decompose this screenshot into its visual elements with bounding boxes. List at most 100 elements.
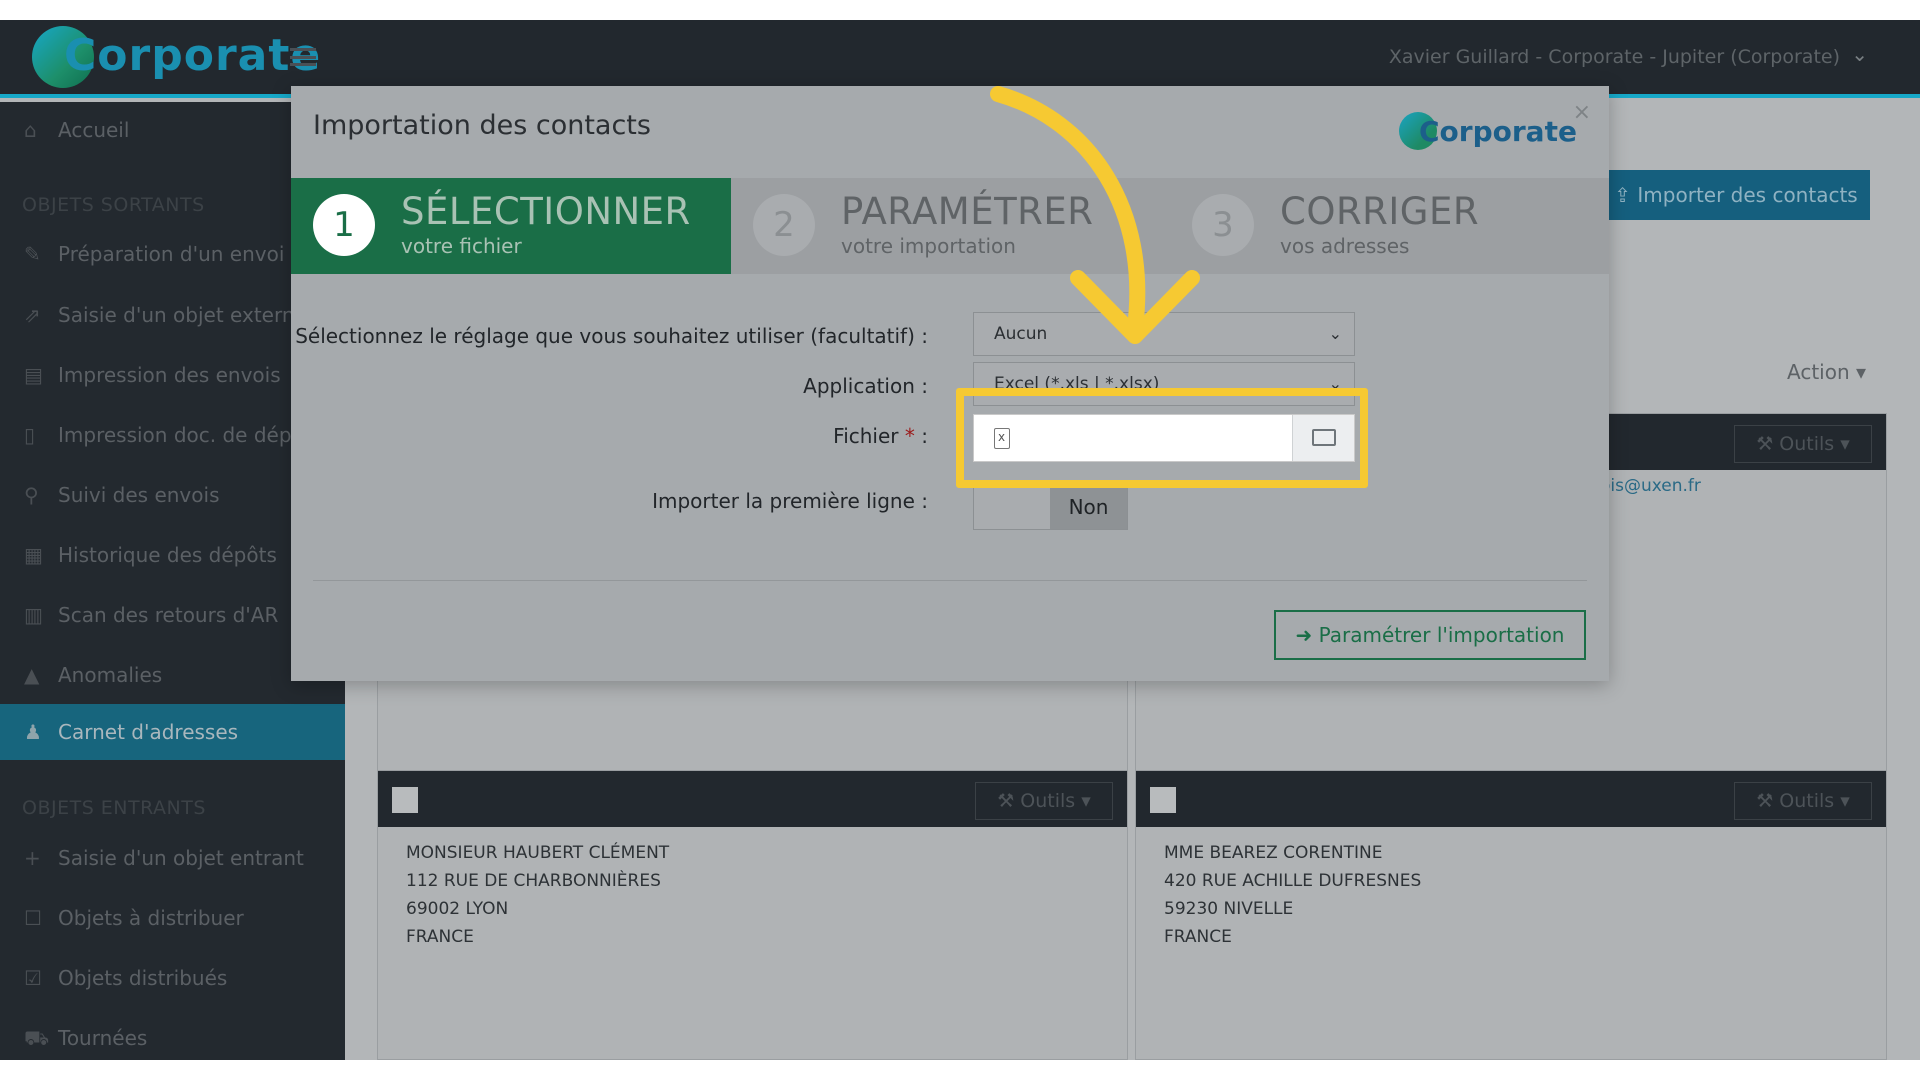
search-icon: ⚲ xyxy=(24,483,39,507)
card-header: ⚒ Outils ▾ xyxy=(1136,771,1886,827)
plus-icon: + xyxy=(24,846,41,870)
step-subtitle: vos adresses xyxy=(1280,234,1410,258)
pencil-icon: ✎ xyxy=(24,242,41,266)
user-menu[interactable]: Xavier Guillard - Corporate - Jupiter (C… xyxy=(1389,46,1840,68)
address-line: FRANCE xyxy=(1164,927,1232,947)
logo-text: Corporate xyxy=(64,30,322,81)
sidebar-item-distribues[interactable]: ☑ Objets distribués xyxy=(0,950,345,1006)
step-subtitle: votre fichier xyxy=(401,234,522,258)
tools-button[interactable]: ⚒ Outils ▾ xyxy=(975,782,1113,820)
sidebar-item-label: Impression des envois xyxy=(58,363,281,387)
modal-logo-text: Corporate xyxy=(1419,115,1577,148)
annotation-arrow-icon xyxy=(990,86,1200,344)
sidebar-section-incoming: OBJETS ENTRANTS xyxy=(22,797,206,819)
setting-label: Sélectionnez le réglage que vous souhait… xyxy=(295,324,928,348)
import-modal: Importation des contacts Corporate × 1 S… xyxy=(291,86,1609,681)
card-checkbox[interactable] xyxy=(1150,787,1176,813)
import-contacts-label: Importer des contacts xyxy=(1637,183,1858,207)
step-select: 1 SÉLECTIONNER votre fichier xyxy=(291,178,731,274)
first-line-label: Importer la première ligne : xyxy=(652,489,928,513)
app-logo[interactable]: Corporate xyxy=(32,26,320,88)
sidebar-item-label: Accueil xyxy=(58,118,130,142)
step-title: CORRIGER xyxy=(1280,190,1480,233)
sidebar-item-label: Anomalies xyxy=(58,663,163,687)
required-marker: * xyxy=(904,424,915,448)
chevron-down-icon: ⌄ xyxy=(1328,324,1342,343)
address-line: 69002 LYON xyxy=(406,899,509,919)
screenshot-stage: Corporate Xavier Guillard - Corporate - … xyxy=(0,0,1920,1080)
tools-label: Outils xyxy=(1779,790,1835,812)
sidebar-item-tournees[interactable]: ⛟ Tournées xyxy=(0,1010,345,1060)
first-line-toggle[interactable]: Non xyxy=(973,484,1128,530)
tools-label: Outils xyxy=(1020,790,1076,812)
wrench-icon: ⚒ xyxy=(1756,433,1780,455)
external-link-icon: ⇗ xyxy=(24,303,41,327)
sidebar-item-label: Saisie d'un objet externe xyxy=(58,303,307,327)
sidebar-item-label: Objets distribués xyxy=(58,966,228,990)
action-dropdown[interactable]: Action ▾ xyxy=(1787,360,1866,384)
document-icon: ▯ xyxy=(24,423,36,447)
highlight-box xyxy=(956,388,1368,488)
barcode-icon: ▥ xyxy=(24,603,43,627)
contact-address: MONSIEUR HAUBERT CLÉMENT 112 RUE DE CHAR… xyxy=(406,839,669,951)
sidebar-item-label: Suivi des envois xyxy=(58,483,220,507)
wrench-icon: ⚒ xyxy=(1756,790,1780,812)
address-line: MONSIEUR HAUBERT CLÉMENT xyxy=(406,843,670,863)
sidebar-item-a-distribuer[interactable]: ☐ Objets à distribuer xyxy=(0,890,345,946)
users-icon: ♟ xyxy=(24,720,42,744)
sidebar-item-label: Objets à distribuer xyxy=(58,906,244,930)
tools-button[interactable]: ⚒ Outils ▾ xyxy=(1734,425,1872,463)
action-label: Action xyxy=(1787,360,1850,384)
wizard-steps: 1 SÉLECTIONNER votre fichier 2 PARAMÉTRE… xyxy=(291,178,1609,274)
toggle-value: Non xyxy=(1050,485,1127,529)
square-icon: ☐ xyxy=(24,906,42,930)
contact-card: ⚒ Outils ▾ MME BEAREZ CORENTINE 420 RUE … xyxy=(1135,770,1887,1060)
chevron-down-icon[interactable]: ⌄ xyxy=(1851,42,1868,66)
hamburger-menu-icon[interactable] xyxy=(290,48,316,66)
sidebar-item-label: Historique des dépôts xyxy=(58,543,277,567)
sidebar-section-outgoing: OBJETS SORTANTS xyxy=(22,194,205,216)
next-step-label: Paramétrer l'importation xyxy=(1318,623,1565,647)
wrench-icon: ⚒ xyxy=(997,790,1021,812)
address-line: MME BEAREZ CORENTINE xyxy=(1164,843,1383,863)
card-header: ⚒ Outils ▾ xyxy=(378,771,1127,827)
sidebar-item-label: Préparation d'un envoi xyxy=(58,242,285,266)
cart-icon: ⛟ xyxy=(24,1026,50,1050)
next-step-button[interactable]: ➜ Paramétrer l'importation xyxy=(1274,610,1586,660)
step-number: 2 xyxy=(753,194,815,256)
tools-button[interactable]: ⚒ Outils ▾ xyxy=(1734,782,1872,820)
check-square-icon: ☑ xyxy=(24,966,42,990)
sidebar-item-label: Impression doc. de dépôt xyxy=(58,423,312,447)
arrow-right-icon: ➜ xyxy=(1295,623,1319,647)
tools-label: Outils xyxy=(1779,433,1835,455)
contact-card: ⚒ Outils ▾ MONSIEUR HAUBERT CLÉMENT 112 … xyxy=(377,770,1128,1060)
modal-title: Importation des contacts xyxy=(313,110,651,141)
home-icon: ⌂ xyxy=(24,118,37,142)
sidebar-item-label: Carnet d'adresses xyxy=(58,720,239,744)
address-line: 59230 NIVELLE xyxy=(1164,899,1294,919)
modal-divider xyxy=(313,580,1587,581)
sidebar-item-carnet[interactable]: ♟ Carnet d'adresses xyxy=(0,704,345,760)
file-label-colon: : xyxy=(921,424,928,448)
file-label-text: Fichier xyxy=(833,424,899,448)
import-contacts-button[interactable]: ⇪ Importer des contacts xyxy=(1602,170,1870,220)
app-window: Corporate Xavier Guillard - Corporate - … xyxy=(0,20,1920,1060)
step-number: 1 xyxy=(313,194,375,256)
step-title: SÉLECTIONNER xyxy=(401,190,691,233)
card-checkbox[interactable] xyxy=(392,787,418,813)
sidebar-item-saisie-entrant[interactable]: + Saisie d'un objet entrant xyxy=(0,830,345,886)
sidebar-item-label: Saisie d'un objet entrant xyxy=(58,846,304,870)
warning-icon: ▲ xyxy=(24,663,40,687)
sidebar-item-label: Tournées xyxy=(58,1026,148,1050)
contact-email[interactable]: ois@uxen.fr xyxy=(1600,476,1701,496)
application-label: Application : xyxy=(803,374,928,398)
close-icon[interactable]: × xyxy=(1573,100,1591,125)
address-line: FRANCE xyxy=(406,927,474,947)
modal-logo: Corporate xyxy=(1399,108,1577,156)
address-line: 420 RUE ACHILLE DUFRESNES xyxy=(1164,871,1422,891)
file-label: Fichier * : xyxy=(833,424,928,448)
sidebar-item-label: Scan des retours d'AR xyxy=(58,603,279,627)
contact-address: MME BEAREZ CORENTINE 420 RUE ACHILLE DUF… xyxy=(1164,839,1421,951)
printer-icon: ▤ xyxy=(24,363,43,387)
address-line: 112 RUE DE CHARBONNIÈRES xyxy=(406,871,661,891)
